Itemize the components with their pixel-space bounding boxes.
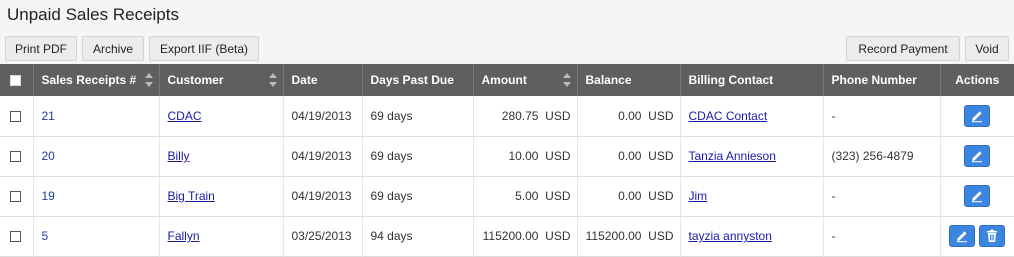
balance-currency: USD bbox=[648, 108, 674, 123]
billing-contact-link[interactable]: CDAC Contact bbox=[689, 109, 768, 123]
export-iif-button[interactable]: Export IIF (Beta) bbox=[149, 36, 259, 61]
phone-cell: - bbox=[823, 216, 941, 256]
trash-icon bbox=[987, 229, 998, 242]
balance-currency: USD bbox=[648, 229, 674, 243]
customer-link[interactable]: Billy bbox=[168, 149, 190, 163]
customer-link[interactable]: Big Train bbox=[168, 189, 215, 203]
header-phone-number[interactable]: Phone Number bbox=[823, 64, 941, 96]
amount-currency: USD bbox=[545, 108, 571, 123]
amount-value: 280.75 bbox=[501, 108, 539, 123]
header-customer[interactable]: Customer bbox=[159, 64, 284, 96]
date-cell: 03/25/2013 bbox=[283, 216, 363, 256]
pencil-icon bbox=[972, 151, 983, 163]
edit-button[interactable] bbox=[964, 185, 991, 207]
delete-button[interactable] bbox=[979, 225, 1006, 247]
date-cell: 04/19/2013 bbox=[283, 96, 363, 136]
table-row: 21 CDAC 04/19/2013 69 days 280.75 USD 0.… bbox=[0, 96, 1014, 136]
amount-value: 10.00 bbox=[508, 149, 539, 163]
actions-cell bbox=[940, 136, 1014, 176]
sort-arrows-icon[interactable] bbox=[268, 73, 277, 87]
amount-currency: USD bbox=[545, 229, 571, 243]
header-amount[interactable]: Amount bbox=[473, 64, 578, 96]
print-pdf-button[interactable]: Print PDF bbox=[5, 36, 77, 61]
pencil-icon bbox=[972, 111, 983, 122]
billing-contact-link[interactable]: Tanzia Annieson bbox=[689, 149, 776, 163]
page-title: Unpaid Sales Receipts bbox=[7, 5, 179, 24]
header-billing-contact[interactable]: Billing Contact bbox=[680, 64, 824, 96]
phone-cell: - bbox=[823, 96, 941, 136]
receipt-number-link[interactable]: 19 bbox=[42, 189, 55, 203]
phone-cell: (323) 256-4879 bbox=[823, 136, 941, 176]
pencil-icon bbox=[972, 191, 983, 203]
customer-link[interactable]: Fallyn bbox=[168, 229, 200, 243]
void-button[interactable]: Void bbox=[965, 36, 1009, 61]
select-all-checkbox[interactable] bbox=[10, 75, 21, 87]
billing-contact-link[interactable]: tayzia annyston bbox=[689, 229, 772, 243]
row-checkbox[interactable] bbox=[10, 191, 21, 203]
edit-button[interactable] bbox=[964, 145, 991, 167]
header-actions: Actions bbox=[955, 73, 1000, 87]
row-checkbox[interactable] bbox=[10, 231, 21, 243]
table-row: 19 Big Train 04/19/2013 69 days 5.00 USD… bbox=[0, 176, 1014, 216]
customer-link[interactable]: CDAC bbox=[168, 109, 202, 123]
amount-currency: USD bbox=[545, 149, 571, 163]
balance-value: 0.00 bbox=[618, 149, 642, 163]
actions-cell bbox=[940, 216, 1014, 256]
sort-arrows-icon[interactable] bbox=[562, 73, 571, 87]
archive-button[interactable]: Archive bbox=[82, 36, 144, 61]
date-cell: 04/19/2013 bbox=[283, 136, 363, 176]
balance-currency: USD bbox=[648, 189, 674, 203]
days-past-due-cell: 69 days bbox=[362, 136, 474, 176]
row-checkbox[interactable] bbox=[10, 111, 21, 123]
header-receipt-number[interactable]: Sales Receipts # bbox=[33, 64, 160, 96]
pencil-icon bbox=[957, 231, 968, 243]
record-payment-button[interactable]: Record Payment bbox=[846, 36, 960, 61]
receipt-number-link[interactable]: 5 bbox=[42, 229, 49, 243]
date-cell: 04/19/2013 bbox=[283, 176, 363, 216]
header-date[interactable]: Date bbox=[283, 64, 363, 96]
actions-cell bbox=[940, 176, 1014, 216]
amount-value: 5.00 bbox=[515, 189, 539, 203]
row-checkbox[interactable] bbox=[10, 151, 21, 163]
billing-contact-link[interactable]: Jim bbox=[689, 189, 708, 203]
balance-currency: USD bbox=[648, 149, 674, 163]
days-past-due-cell: 69 days bbox=[362, 96, 474, 136]
table-row: 5 Fallyn 03/25/2013 94 days 115200.00 US… bbox=[0, 216, 1014, 256]
receipts-table: Sales Receipts # Customer Date Days Past… bbox=[0, 64, 1014, 257]
balance-value: 115200.00 bbox=[585, 229, 642, 243]
balance-value: 0.00 bbox=[618, 108, 642, 123]
phone-cell: - bbox=[823, 176, 941, 216]
days-past-due-cell: 94 days bbox=[362, 216, 474, 256]
header-days-past-due[interactable]: Days Past Due bbox=[362, 64, 474, 96]
amount-value: 115200.00 bbox=[482, 229, 539, 243]
table-header-row: Sales Receipts # Customer Date Days Past… bbox=[0, 64, 1014, 96]
balance-value: 0.00 bbox=[618, 189, 642, 203]
receipt-number-link[interactable]: 21 bbox=[42, 109, 55, 123]
header-balance[interactable]: Balance bbox=[577, 64, 681, 96]
table-row: 20 Billy 04/19/2013 69 days 10.00 USD 0.… bbox=[0, 136, 1014, 176]
amount-currency: USD bbox=[545, 189, 571, 203]
receipt-number-link[interactable]: 20 bbox=[42, 149, 55, 163]
sort-arrows-icon[interactable] bbox=[144, 73, 153, 87]
days-past-due-cell: 69 days bbox=[362, 176, 474, 216]
edit-button[interactable] bbox=[964, 104, 991, 127]
edit-button[interactable] bbox=[949, 225, 976, 247]
actions-cell bbox=[940, 96, 1014, 136]
